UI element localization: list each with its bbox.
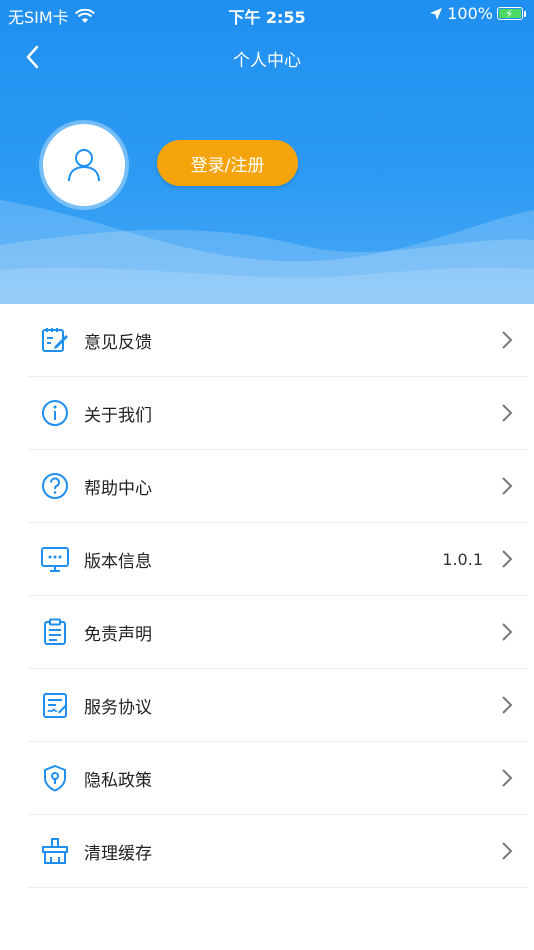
privacy-icon xyxy=(44,764,66,792)
chevron-right-icon xyxy=(502,623,513,641)
menu-item-clear-cache[interactable]: 清理缓存 xyxy=(28,815,527,888)
header-waves xyxy=(0,200,534,304)
avatar[interactable] xyxy=(43,124,125,206)
menu-item-label: 免责声明 xyxy=(84,624,152,645)
menu-item-service-agreement[interactable]: 服务协议 xyxy=(28,669,527,742)
menu-item-help[interactable]: 帮助中心 xyxy=(28,450,527,523)
menu-item-label: 隐私政策 xyxy=(84,770,152,791)
battery-icon: ⚡ xyxy=(497,7,523,21)
menu-item-label: 版本信息 xyxy=(84,551,152,572)
disclaimer-icon xyxy=(44,618,66,645)
location-arrow-icon xyxy=(430,7,443,20)
page-title: 个人中心 xyxy=(233,51,301,71)
chevron-right-icon xyxy=(502,477,513,495)
login-register-button[interactable]: 登录/注册 xyxy=(157,140,298,186)
menu-item-label: 清理缓存 xyxy=(84,843,152,864)
feedback-icon xyxy=(42,328,68,352)
menu-item-feedback[interactable]: 意见反馈 xyxy=(28,304,527,377)
profile-header: 无SIM卡 下午 2:55 100% ⚡ 个人中心 登录/注册 xyxy=(0,0,534,304)
menu-item-label: 关于我们 xyxy=(84,405,152,426)
chevron-right-icon xyxy=(502,404,513,422)
chevron-right-icon xyxy=(502,696,513,714)
menu-item-disclaimer[interactable]: 免责声明 xyxy=(28,596,527,669)
menu-item-label: 意见反馈 xyxy=(84,332,152,353)
agreement-icon xyxy=(43,693,67,718)
clear-cache-icon xyxy=(42,838,68,864)
menu-item-about[interactable]: 关于我们 xyxy=(28,377,527,450)
menu-item-version[interactable]: 版本信息 1.0.1 xyxy=(28,523,527,596)
version-icon xyxy=(41,547,69,572)
chevron-right-icon xyxy=(502,769,513,787)
settings-menu: 意见反馈 关于我们 帮助中心 版本信息 1.0.1 免责声明 服务协议 隐私政策… xyxy=(28,304,527,888)
menu-item-privacy-policy[interactable]: 隐私政策 xyxy=(28,742,527,815)
user-icon xyxy=(68,149,100,182)
menu-item-label: 帮助中心 xyxy=(84,478,152,499)
status-bar: 无SIM卡 下午 2:55 100% ⚡ xyxy=(0,0,534,28)
nav-bar: 个人中心 xyxy=(0,40,534,74)
info-icon xyxy=(42,400,68,426)
chevron-right-icon xyxy=(502,842,513,860)
chevron-right-icon xyxy=(502,550,513,568)
help-icon xyxy=(42,473,68,499)
chevron-right-icon xyxy=(502,331,513,349)
version-number: 1.0.1 xyxy=(442,549,483,569)
battery-percent: 100% xyxy=(447,4,493,23)
menu-item-label: 服务协议 xyxy=(84,697,152,718)
